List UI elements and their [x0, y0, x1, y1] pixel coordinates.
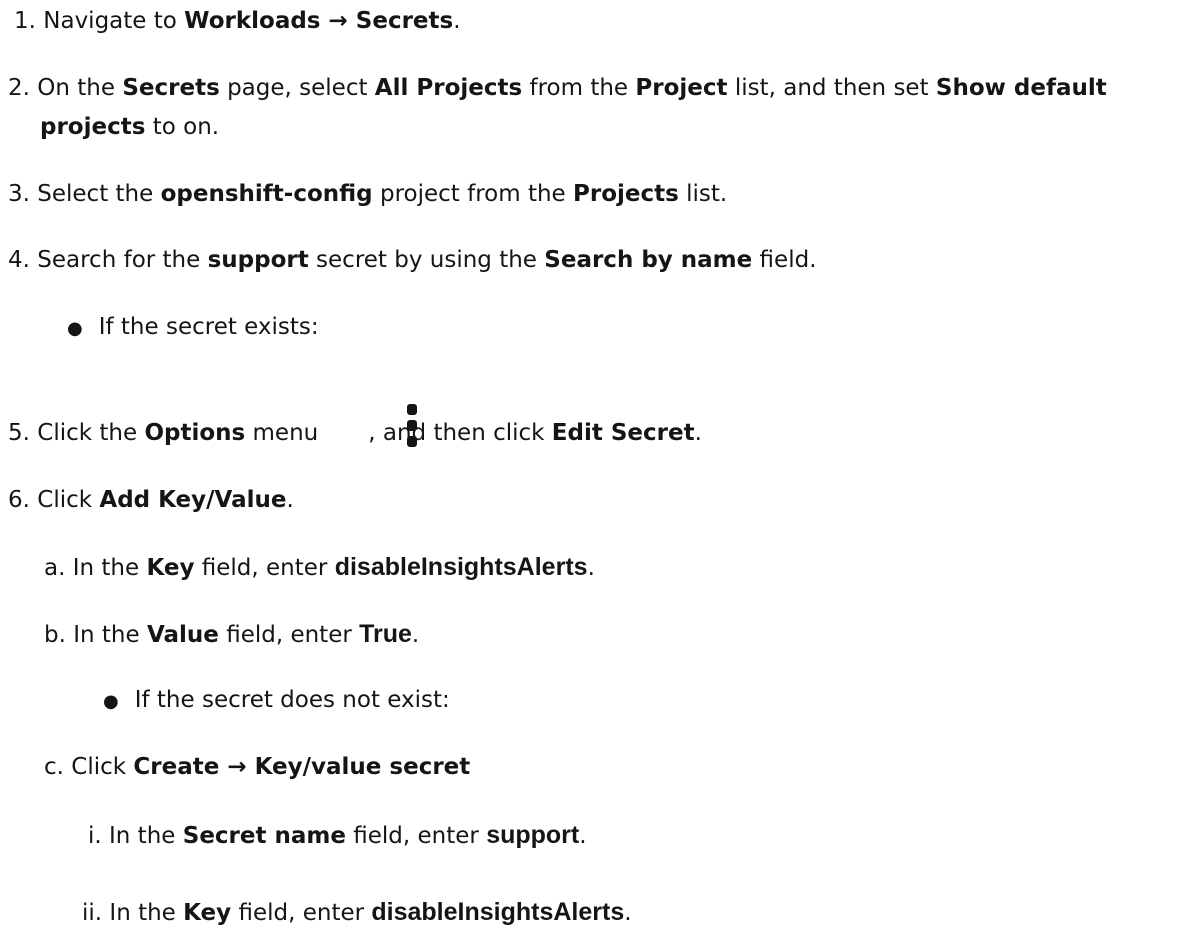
step-6: 6. Click Add Key/Value. — [8, 487, 294, 513]
step-number: 2. — [8, 75, 30, 101]
step-2-continued: projects to on. — [40, 114, 220, 140]
step-letter: b. — [44, 622, 66, 648]
kebab-icon — [407, 404, 417, 448]
bullet-mark: ● — [67, 318, 83, 339]
input-value: disableInsightsAlerts — [371, 898, 625, 926]
bullet-secret-missing: ● If the secret does not exist: — [103, 687, 450, 713]
step-1: 1. Navigate to Workloads → Secrets. — [14, 8, 461, 34]
substep-ii: ii. In the Key field, enter disableInsig… — [82, 898, 632, 926]
input-value: support — [486, 821, 580, 849]
substep-c: c. Click Create → Key/value secret — [44, 754, 471, 780]
bullet-mark: ● — [103, 691, 119, 712]
step-5: 5. Click the Options menu, and then clic… — [8, 420, 702, 446]
step-3: 3. Select the openshift-config project f… — [8, 181, 728, 207]
step-4: 4. Search for the support secret by usin… — [8, 247, 817, 273]
input-value: disableInsightsAlerts — [334, 553, 588, 581]
step-number: 6. — [8, 487, 30, 513]
step-number: 1. — [14, 8, 36, 34]
step-roman: ii. — [82, 900, 103, 926]
step-letter: a. — [44, 555, 66, 581]
bullet-secret-exists: ● If the secret exists: — [67, 314, 319, 340]
menu-path: Workloads → Secrets — [184, 8, 454, 34]
substep-b: b. In the Value field, enter True. — [44, 620, 420, 648]
step-number: 4. — [8, 247, 30, 273]
substep-a: a. In the Key field, enter disableInsigh… — [44, 553, 595, 581]
step-number: 3. — [8, 181, 30, 207]
step-2: 2. On the Secrets page, select All Proje… — [8, 75, 1107, 101]
step-number: 5. — [8, 420, 30, 446]
substep-i: i. In the Secret name field, enter suppo… — [88, 821, 587, 849]
step-letter: c. — [44, 754, 64, 780]
input-value: True — [359, 620, 412, 648]
step-roman: i. — [88, 823, 102, 849]
